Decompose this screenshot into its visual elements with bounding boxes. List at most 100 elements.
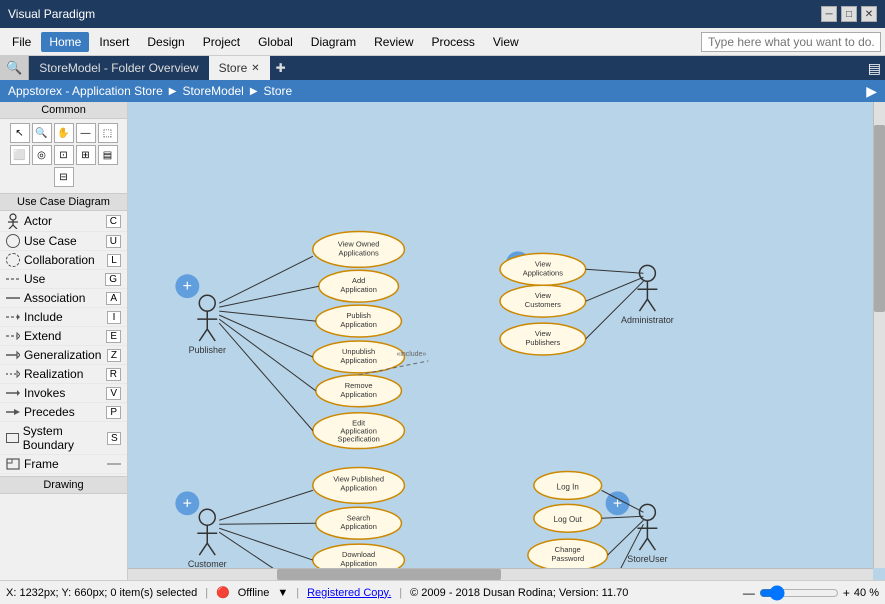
line-publisher-uc6 [219, 323, 313, 431]
registered-copy-link[interactable]: Registered Copy. [307, 587, 391, 599]
search-input[interactable] [701, 32, 881, 52]
menu-review[interactable]: Review [366, 32, 421, 52]
app-title: Visual Paradigm [8, 7, 95, 21]
sidebar-item-include[interactable]: Include I [0, 308, 127, 327]
svg-text:Application: Application [340, 483, 376, 492]
maximize-button[interactable]: □ [841, 6, 857, 22]
add-button-3[interactable]: + [175, 491, 199, 515]
tool-2[interactable]: ⬚ [98, 123, 118, 143]
panel-icon[interactable]: ▤ [868, 60, 881, 77]
tool-zoom[interactable]: 🔍 [32, 123, 52, 143]
sidebar-item-realization[interactable]: Realization R [0, 365, 127, 384]
frame-key [107, 463, 121, 465]
realization-key: R [106, 368, 121, 381]
breadcrumb-item-2[interactable]: StoreModel [182, 84, 243, 98]
invokes-key: V [106, 387, 121, 400]
breadcrumb-nav-arrow[interactable]: ▶ [866, 83, 877, 100]
menu-diagram[interactable]: Diagram [303, 32, 364, 52]
line-publisher-uc3 [219, 311, 316, 321]
sidebar-diagram-label: Use Case Diagram [0, 193, 127, 211]
sidebar-item-association[interactable]: Association A [0, 289, 127, 308]
tab-store[interactable]: Store ✕ [209, 56, 270, 80]
menu-view[interactable]: View [485, 32, 527, 52]
collaboration-label: Collaboration [24, 253, 95, 267]
menu-file[interactable]: File [4, 32, 39, 52]
tab-label-store: Store [219, 61, 248, 75]
menu-global[interactable]: Global [250, 32, 301, 52]
include-label-text: «include» [396, 351, 426, 358]
sidebar-item-generalization[interactable]: Generalization Z [0, 346, 127, 365]
sidebar-item-system-boundary[interactable]: System Boundary S [0, 422, 127, 455]
sidebar-item-collaboration[interactable]: Collaboration L [0, 251, 127, 270]
extend-key: E [106, 330, 121, 343]
sidebar-item-actor[interactable]: Actor C [0, 211, 127, 232]
search-tab-icon[interactable]: 🔍 [6, 60, 22, 76]
sidebar-item-usecase[interactable]: Use Case U [0, 232, 127, 251]
breadcrumb-item-3[interactable]: Store [264, 84, 293, 98]
line-publisher-uc1 [219, 256, 313, 303]
zoom-in-button[interactable]: + [843, 586, 850, 600]
svg-text:View: View [535, 259, 552, 268]
collaboration-icon [6, 253, 20, 267]
svg-text:Remove: Remove [345, 381, 373, 390]
zoom-slider[interactable] [759, 585, 839, 601]
diagram-canvas[interactable]: + + + + Publisher [128, 102, 885, 580]
include-label: Include [24, 310, 63, 324]
close-button[interactable]: ✕ [861, 6, 877, 22]
tool-3[interactable]: ⬜ [10, 145, 30, 165]
line-admin-uc9 [586, 281, 644, 339]
actor-key: C [106, 215, 121, 228]
svg-text:Download: Download [342, 550, 375, 559]
sidebar-item-precedes[interactable]: Precedes P [0, 403, 127, 422]
extend-label: Extend [24, 329, 61, 343]
menu-design[interactable]: Design [139, 32, 192, 52]
add-button-1[interactable]: + [175, 274, 199, 298]
generalization-label: Generalization [24, 348, 101, 362]
realization-icon [6, 369, 20, 379]
sidebar-item-extend[interactable]: Extend E [0, 327, 127, 346]
tool-1[interactable]: — [76, 123, 96, 143]
status-sep-1: | [205, 587, 208, 599]
menu-process[interactable]: Process [424, 32, 483, 52]
add-tab-button[interactable]: ✚ [270, 56, 292, 80]
svg-text:Change: Change [555, 545, 581, 554]
horizontal-scrollbar[interactable] [128, 568, 873, 580]
actor-customer[interactable]: Customer [188, 509, 227, 569]
menu-insert[interactable]: Insert [91, 32, 137, 52]
svg-text:Applications: Applications [523, 268, 563, 277]
svg-text:View: View [535, 329, 552, 338]
line-customer-uc12 [219, 528, 313, 560]
tab-close-button[interactable]: ✕ [251, 63, 259, 74]
tool-8[interactable]: ⊟ [54, 167, 74, 187]
svg-text:Log Out: Log Out [554, 515, 583, 524]
tool-4[interactable]: ◎ [32, 145, 52, 165]
canvas-svg: + + + + Publisher [128, 102, 885, 580]
line-publisher-uc2 [219, 286, 319, 307]
tool-5[interactable]: ⊡ [54, 145, 74, 165]
sidebar-item-use[interactable]: Use G [0, 270, 127, 289]
tool-6[interactable]: ⊞ [76, 145, 96, 165]
svg-text:Search: Search [347, 513, 371, 522]
tab-label-folder: StoreModel - Folder Overview [39, 61, 198, 75]
line-publisher-uc4 [219, 315, 313, 357]
sidebar-item-invokes[interactable]: Invokes V [0, 384, 127, 403]
minimize-button[interactable]: ─ [821, 6, 837, 22]
line-publisher-uc5 [219, 319, 316, 391]
tool-pan[interactable]: ✋ [54, 123, 74, 143]
tool-pointer[interactable]: ↖ [10, 123, 30, 143]
sidebar-item-frame[interactable]: Frame [0, 455, 127, 474]
menu-project[interactable]: Project [195, 32, 248, 52]
zoom-out-button[interactable]: — [743, 586, 755, 600]
sidebar-tools: ↖ 🔍 ✋ — ⬚ ⬜ ◎ ⊡ ⊞ ▤ ⊟ [0, 119, 127, 191]
svg-text:Password: Password [551, 554, 584, 563]
actor-label: Actor [24, 214, 52, 228]
tab-folder-overview[interactable]: StoreModel - Folder Overview [29, 56, 208, 80]
actor-storeuser[interactable]: StoreUser [627, 504, 667, 564]
tool-7[interactable]: ▤ [98, 145, 118, 165]
breadcrumb-item-1[interactable]: Appstorex - Application Store [8, 84, 163, 98]
frame-label: Frame [24, 457, 59, 471]
connection-dropdown[interactable]: ▼ [277, 587, 288, 599]
vertical-scrollbar[interactable] [873, 102, 885, 568]
breadcrumb-sep-2: ▶ [250, 86, 258, 97]
menu-home[interactable]: Home [41, 32, 89, 52]
